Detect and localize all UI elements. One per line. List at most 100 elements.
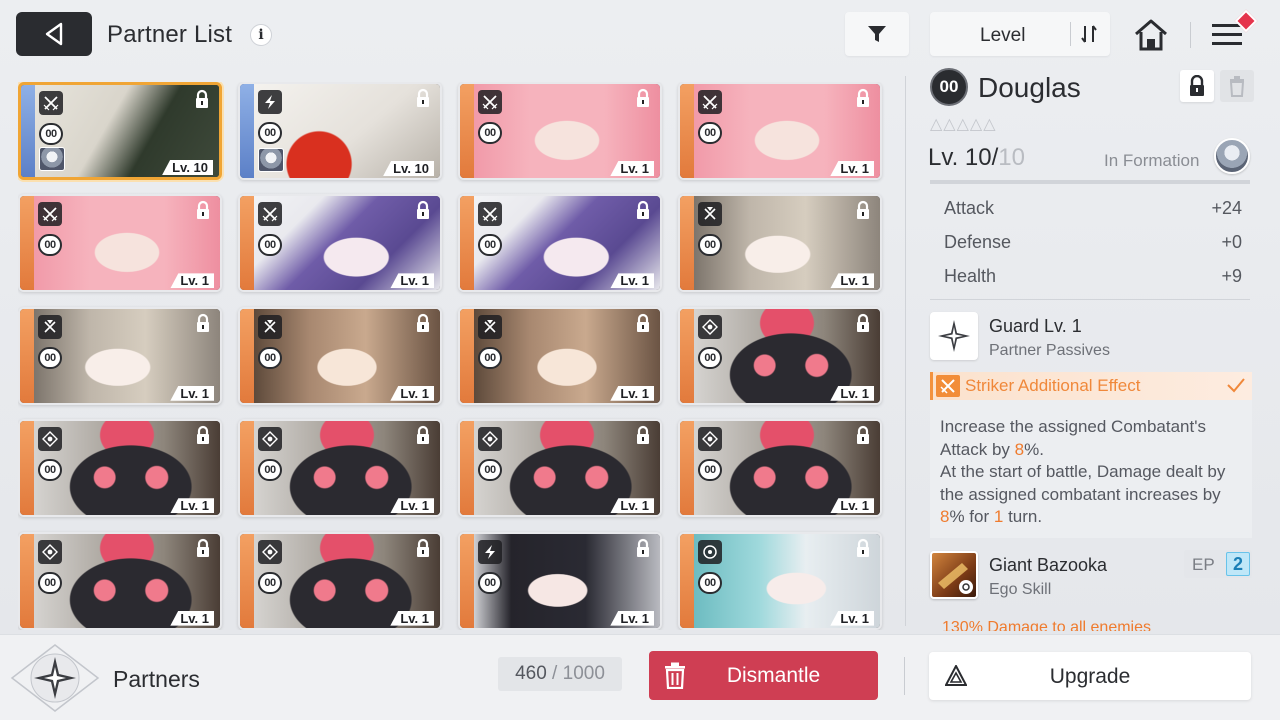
home-icon[interactable]: [1132, 16, 1170, 54]
partner-level: Lv. 10: [383, 161, 434, 176]
rarity-strip: [240, 308, 254, 403]
partner-card[interactable]: 00 Lv. 10: [238, 82, 442, 180]
partner-card[interactable]: 00 Lv. 1: [678, 194, 882, 293]
upgrade-button[interactable]: Upgrade: [929, 652, 1251, 700]
partner-card[interactable]: 00 Lv. 1: [458, 419, 662, 518]
partner-card[interactable]: 00 Lv. 1: [458, 306, 662, 405]
lock-icon: [634, 200, 652, 220]
assigned-combatant-avatar: [39, 147, 65, 171]
info-icon[interactable]: i: [250, 24, 272, 46]
ego-skill-icon[interactable]: [930, 551, 978, 599]
sword-icon: [39, 91, 63, 115]
partner-tag: 00: [698, 459, 722, 482]
partner-card[interactable]: 00 Lv. 1: [678, 419, 882, 518]
filter-icon: [868, 26, 886, 42]
partner-card[interactable]: 00 Lv. 1: [18, 306, 222, 405]
partner-card[interactable]: 00 Lv. 1: [678, 82, 882, 180]
lock-icon: [854, 200, 872, 220]
striker-effect-header[interactable]: Striker Additional Effect: [930, 372, 1252, 400]
passive-name: Guard Lv. 1: [989, 316, 1082, 336]
rarity-strip: [240, 421, 254, 516]
delete-button[interactable]: [1220, 70, 1254, 102]
partner-card[interactable]: 00 Lv. 1: [458, 531, 662, 630]
partner-tag: 00: [478, 234, 502, 257]
partner-card[interactable]: 00 Lv. 10: [18, 82, 222, 180]
partner-card[interactable]: 00 Lv. 1: [238, 531, 442, 630]
partner-card[interactable]: 00 Lv. 1: [238, 419, 442, 518]
lock-icon: [634, 313, 652, 333]
striker-icon: [936, 375, 960, 397]
rarity-strip: [680, 196, 694, 291]
rarity-strip: [680, 421, 694, 516]
stat-row: Defense +0: [944, 232, 1242, 253]
partner-tag: 00: [258, 122, 282, 144]
filter-button[interactable]: [845, 12, 909, 56]
level-current: Lv. 10/: [928, 144, 999, 171]
lock-icon: [414, 313, 432, 333]
sword-icon: [698, 90, 722, 114]
stat-label: Defense: [944, 232, 1012, 252]
sort-order-icon[interactable]: [1076, 22, 1104, 46]
bolt-icon: [478, 539, 502, 564]
lock-icon: [854, 313, 872, 333]
ego-skill-type: Ego Skill: [989, 581, 1052, 598]
lock-icon: [193, 89, 211, 109]
sword-icon: [478, 202, 502, 227]
partner-card[interactable]: 00 Lv. 1: [678, 306, 882, 405]
partner-card[interactable]: 00 Lv. 1: [458, 82, 662, 180]
partner-tag: 00: [478, 571, 502, 594]
lock-icon: [634, 425, 652, 445]
partner-card[interactable]: 00 Lv. 1: [458, 194, 662, 293]
effect-text-5: turn.: [1003, 507, 1043, 526]
partner-name: Douglas: [978, 72, 1081, 103]
shield-icon: [478, 314, 502, 339]
lock-icon: [414, 88, 432, 108]
stats-separator: [930, 299, 1250, 300]
partner-tag: 00: [698, 571, 722, 594]
sort-label: Level: [980, 25, 1026, 46]
striker-effect-label: Striker Additional Effect: [965, 376, 1141, 395]
partners-emblem-icon: [10, 644, 100, 712]
lock-icon: [194, 425, 212, 445]
passive-skill-icon[interactable]: [930, 312, 978, 360]
lock-icon: [414, 538, 432, 558]
partner-card[interactable]: 00 Lv. 1: [18, 194, 222, 293]
bolt-icon: [258, 90, 282, 114]
ep-value: 2: [1226, 552, 1250, 576]
partner-card[interactable]: 00 Lv. 1: [18, 531, 222, 630]
lock-icon: [854, 425, 872, 445]
dismantle-label: Dismantle: [726, 664, 821, 687]
shield-icon: [38, 314, 62, 339]
formation-avatar[interactable]: [1214, 138, 1250, 174]
stat-label: Attack: [944, 198, 995, 218]
level-max: 10: [998, 144, 1025, 171]
sort-dropdown[interactable]: Level: [930, 12, 1110, 56]
header-separator: [1190, 22, 1191, 48]
footer-separator: [904, 657, 905, 695]
rarity-strip: [20, 196, 34, 291]
partner-count: 460 / 1000: [498, 657, 622, 691]
stat-value: +0: [1221, 232, 1242, 252]
striker-effect-description: Increase the assigned Combatant's Attack…: [930, 400, 1252, 538]
target-icon: [38, 539, 62, 564]
target-icon: [698, 314, 722, 339]
back-button[interactable]: [16, 12, 92, 56]
partner-card[interactable]: 00 Lv. 1: [18, 419, 222, 518]
partner-tag: 00: [698, 346, 722, 369]
partner-card[interactable]: 00 Lv. 1: [238, 306, 442, 405]
rarity-stars: △△△△△: [930, 116, 997, 133]
partner-tag: 00: [258, 571, 282, 594]
partner-card[interactable]: 00 Lv. 1: [678, 531, 882, 630]
rarity-strip: [460, 196, 474, 291]
lock-icon: [414, 425, 432, 445]
dismantle-button[interactable]: Dismantle: [649, 651, 878, 700]
lock-button[interactable]: [1180, 70, 1214, 102]
ep-cost: EP 2: [1184, 550, 1252, 578]
lock-icon: [194, 538, 212, 558]
partner-card[interactable]: 00 Lv. 1: [238, 194, 442, 293]
partner-tag: 00: [38, 571, 62, 594]
count-current: 460: [515, 663, 547, 684]
lock-icon: [194, 200, 212, 220]
back-arrow-icon: [45, 22, 63, 46]
page-title: Partner List: [107, 21, 233, 48]
